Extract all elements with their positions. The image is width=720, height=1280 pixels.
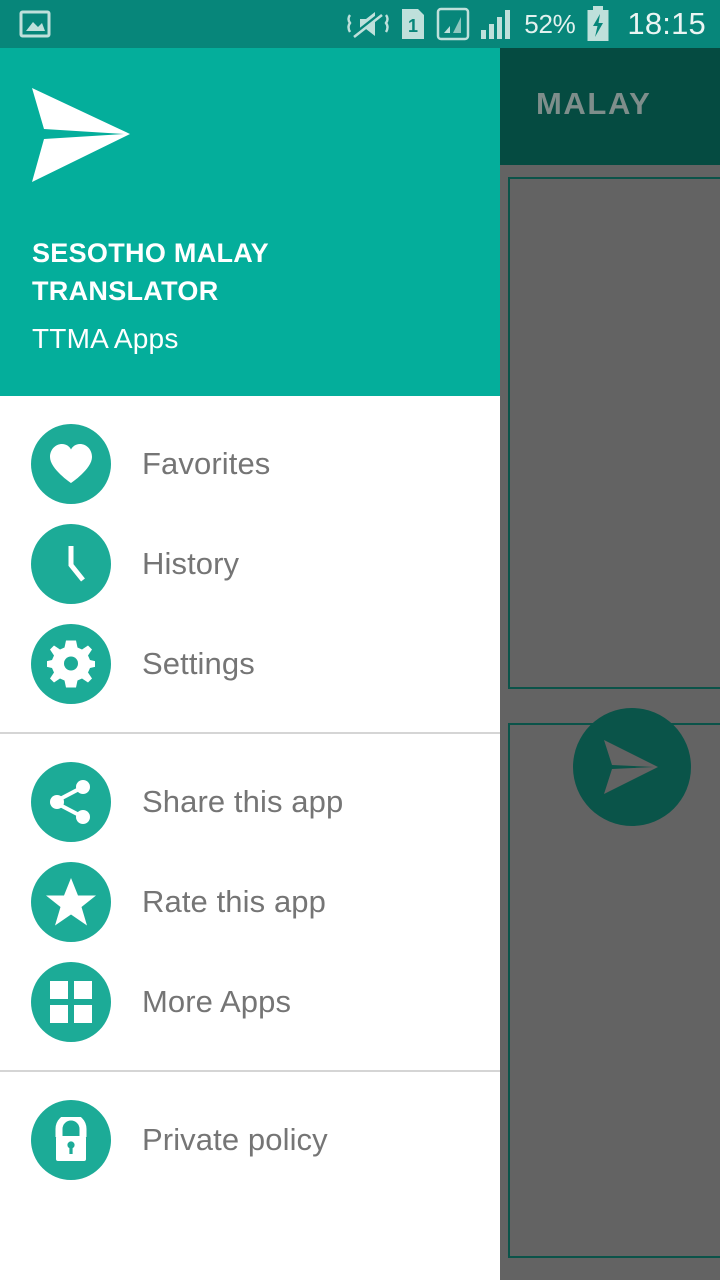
sidebar-item-label: Share this app — [142, 784, 344, 819]
sidebar-item-rate-this-app[interactable]: Rate this app — [0, 852, 500, 952]
send-icon — [604, 740, 658, 794]
drawer-header: SESOTHO MALAY TRANSLATOR TTMA Apps — [0, 48, 500, 396]
sidebar-item-label: Settings — [142, 646, 255, 681]
status-bar-clock: 18:15 — [627, 6, 706, 41]
share-icon — [31, 762, 111, 842]
source-text-card[interactable] — [508, 177, 720, 689]
clock-icon — [31, 524, 111, 604]
nav-group-promo: Share this app Rate this app More Apps — [0, 734, 500, 1070]
send-paper-plane-icon — [32, 88, 130, 182]
svg-text:1: 1 — [408, 16, 418, 36]
sidebar-item-more-apps[interactable]: More Apps — [0, 952, 500, 1052]
nav-group-primary: Favorites History Settings — [0, 396, 500, 732]
status-bar[interactable]: 1 52% 18:15 — [0, 0, 720, 48]
navigation-drawer[interactable]: SESOTHO MALAY TRANSLATOR TTMA Apps Favor… — [0, 48, 500, 1280]
sidebar-item-share-this-app[interactable]: Share this app — [0, 752, 500, 852]
battery-charging-icon — [587, 6, 609, 41]
vibrate-mute-icon — [347, 11, 389, 39]
drawer-app-subtitle: TTMA Apps — [32, 323, 179, 354]
sidebar-item-history[interactable]: History — [0, 514, 500, 614]
drawer-app-title: SESOTHO MALAY TRANSLATOR — [32, 238, 269, 306]
sidebar-item-label: Private policy — [142, 1122, 328, 1157]
translate-fab[interactable] — [573, 708, 691, 826]
phone-screen: MALAY SESOTHO MALAY TRANSLATOR TTMA Apps — [0, 0, 720, 1280]
lock-icon — [31, 1100, 111, 1180]
nav-group-legal: Private policy — [0, 1072, 500, 1208]
battery-percentage: 52% — [524, 8, 576, 39]
grid-apps-icon — [31, 962, 111, 1042]
heart-icon — [31, 424, 111, 504]
status-bar-right-icons: 1 52% 18:15 — [346, 6, 706, 42]
app-bar-title: MALAY — [536, 86, 652, 121]
signal-bars-icon — [481, 10, 511, 39]
sidebar-item-label: Favorites — [142, 446, 271, 481]
sim-1-icon: 1 — [402, 9, 425, 39]
sidebar-item-label: History — [142, 546, 240, 581]
sidebar-item-private-policy[interactable]: Private policy — [0, 1090, 500, 1190]
signal-boxed-icon — [437, 7, 470, 41]
sidebar-item-label: More Apps — [142, 984, 292, 1019]
sidebar-item-settings[interactable]: Settings — [0, 614, 500, 714]
sidebar-item-label: Rate this app — [142, 884, 326, 919]
photo-notification-icon — [19, 10, 51, 38]
status-bar-left-icons — [18, 7, 52, 41]
gear-icon — [31, 624, 111, 704]
star-icon — [31, 862, 111, 942]
sidebar-item-favorites[interactable]: Favorites — [0, 414, 500, 514]
